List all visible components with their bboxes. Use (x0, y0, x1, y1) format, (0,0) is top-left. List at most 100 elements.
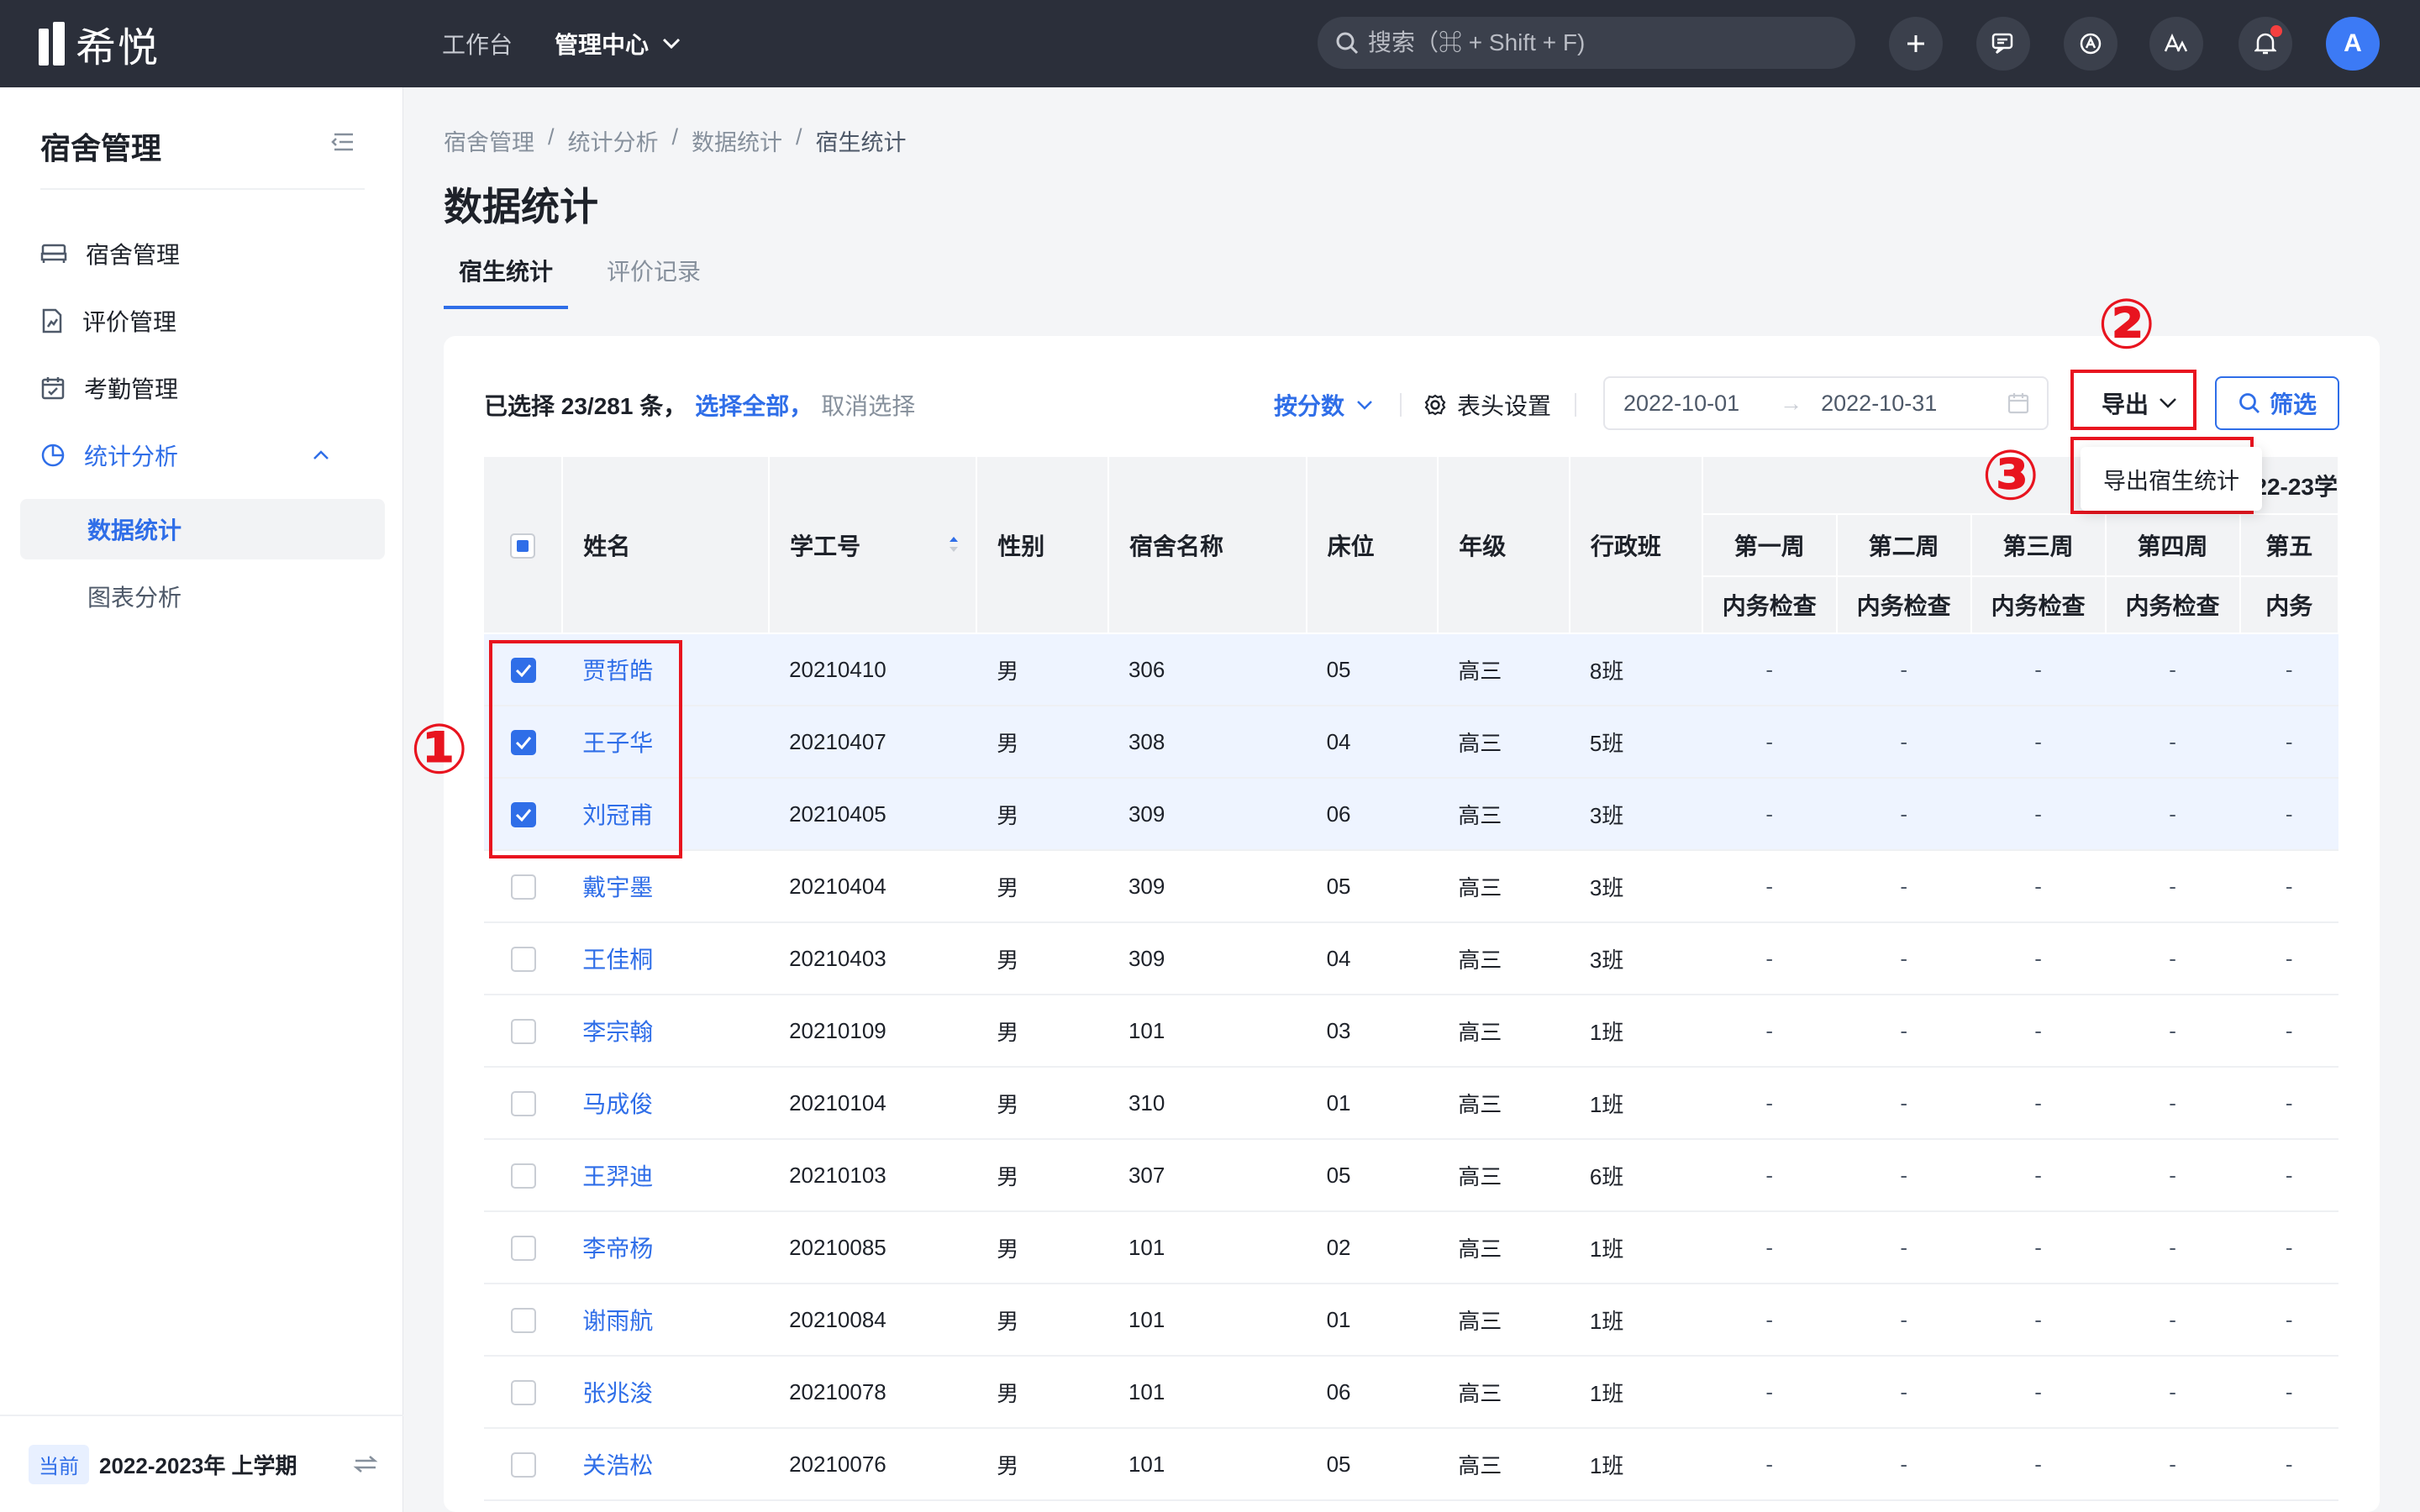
row-select-cell[interactable] (484, 850, 563, 923)
student-name-link[interactable]: 张兆浚 (562, 1356, 770, 1429)
cancel-selection-link[interactable]: 取消选择 (821, 388, 915, 422)
sidebar-subitem-chart-analysis[interactable]: 图表分析 (20, 566, 385, 627)
col-header-class: 行政班 (1569, 457, 1703, 634)
add-button[interactable] (1889, 17, 1943, 71)
avatar[interactable]: A (2326, 17, 2380, 71)
cell-week-score: - (1836, 706, 1971, 779)
row-select-cell[interactable] (484, 1211, 563, 1284)
checkbox-partial[interactable] (510, 533, 536, 559)
header-settings-button[interactable]: 表头设置 (1423, 388, 1551, 422)
row-select-cell[interactable] (484, 1356, 563, 1429)
chevron-up-icon (313, 450, 329, 459)
nav-workbench[interactable]: 工作台 (442, 27, 513, 60)
table-row[interactable]: 戴宇墨 20210404 男 309 05 高三 3班 - - - - - (484, 850, 2338, 923)
table-row[interactable]: 谢雨航 20210084 男 101 01 高三 1班 - - - - - (484, 1284, 2338, 1357)
by-score-dropdown[interactable]: 按分数 (1274, 388, 1373, 422)
nav-management-center[interactable]: 管理中心 (555, 27, 681, 60)
cell-dorm: 307 (1107, 1139, 1307, 1212)
sidebar-subitem-data-statistics[interactable]: 数据统计 (20, 499, 385, 559)
sort-icon[interactable] (947, 533, 960, 555)
notifications-button[interactable] (2238, 17, 2292, 71)
row-checkbox[interactable] (510, 1452, 536, 1478)
row-checkbox[interactable] (510, 947, 536, 973)
breadcrumb-item[interactable]: 宿舍管理 (444, 124, 534, 157)
date-end[interactable]: 2022-10-31 (1821, 391, 1937, 417)
col-header-name: 姓名 (562, 457, 771, 634)
table-row[interactable]: 张兆浚 20210078 男 101 06 高三 1班 - - - - - (484, 1356, 2338, 1429)
row-checkbox[interactable] (510, 1380, 536, 1406)
cell-bed: 05 (1306, 1139, 1439, 1212)
breadcrumb-item[interactable]: 统计分析 (568, 124, 659, 157)
search-icon (2239, 393, 2260, 413)
message-button[interactable] (1976, 17, 2030, 71)
row-select-cell[interactable] (484, 1139, 563, 1212)
filter-button[interactable]: 筛选 (2215, 376, 2339, 430)
table-row[interactable]: 王佳桐 20210403 男 309 04 高三 3班 - - - - - (484, 922, 2338, 995)
row-checkbox[interactable] (510, 1236, 536, 1262)
cell-week-score: - (1836, 995, 1971, 1068)
student-name-link[interactable]: 戴宇墨 (562, 850, 770, 923)
row-select-cell[interactable] (484, 1428, 563, 1501)
date-range-picker[interactable]: 2022-10-01 → 2022-10-31 (1603, 376, 2049, 430)
table-row[interactable]: 李宗翰 20210109 男 101 03 高三 1班 - - - - - (484, 995, 2338, 1068)
export-menu-item-student-stats[interactable]: 导出宿生统计 (2081, 447, 2262, 511)
select-all-link[interactable]: 选择全部， (695, 388, 813, 422)
cell-student-id: 20210103 (769, 1139, 977, 1212)
student-name-link[interactable]: 关浩松 (562, 1428, 770, 1501)
sidebar-item-attendance[interactable]: 考勤管理 (40, 363, 368, 413)
sidebar-item-evaluation[interactable]: 评价管理 (40, 296, 368, 346)
table-row[interactable]: 关浩松 20210076 男 101 05 高三 1班 - - - - - (484, 1428, 2338, 1501)
app-button[interactable] (2064, 17, 2118, 71)
notification-dot (2270, 25, 2282, 37)
row-select-cell[interactable] (484, 1284, 563, 1357)
cell-week-score: - (1836, 1139, 1971, 1212)
sidebar-item-dorm-management[interactable]: 宿舍管理 (40, 228, 368, 279)
row-checkbox[interactable] (510, 1091, 536, 1117)
tab-evaluation-records[interactable]: 评价记录 (592, 252, 716, 309)
cell-class: 3班 (1569, 850, 1702, 923)
row-checkbox[interactable] (510, 1019, 536, 1045)
col-header-student-id[interactable]: 学工号 (769, 457, 978, 634)
breadcrumb-item[interactable]: 数据统计 (692, 124, 782, 157)
annotation-callout-1: ① (410, 710, 469, 790)
date-start[interactable]: 2022-10-01 (1623, 391, 1739, 417)
student-name-link[interactable]: 谢雨航 (562, 1284, 770, 1357)
student-name-link[interactable]: 马成俊 (562, 1067, 770, 1140)
annotation-box-export (2070, 370, 2196, 430)
row-select-cell[interactable] (484, 995, 563, 1068)
student-name-link[interactable]: 李宗翰 (562, 995, 770, 1068)
header-select-all[interactable] (484, 457, 564, 634)
cell-week-score: - (1970, 1428, 2106, 1501)
table-row[interactable]: 马成俊 20210104 男 310 01 高三 1班 - - - - - (484, 1067, 2338, 1140)
cell-week-score: - (2239, 922, 2338, 995)
table-row[interactable]: 王子华 20210407 男 308 04 高三 5班 - - - - - (484, 706, 2338, 779)
table-row[interactable]: 王羿迪 20210103 男 307 05 高三 6班 - - - - - (484, 1139, 2338, 1212)
collapse-sidebar-icon[interactable] (331, 131, 355, 153)
row-checkbox[interactable] (510, 1308, 536, 1334)
student-name-link[interactable]: 王佳桐 (562, 922, 770, 995)
term-switcher[interactable]: 当前 2022-2023年 上学期 (0, 1415, 403, 1512)
table-row[interactable]: 刘冠甫 20210405 男 309 06 高三 3班 - - - - - (484, 778, 2338, 851)
table-row[interactable]: 贾哲皓 20210410 男 306 05 高三 8班 - - - - - (484, 633, 2338, 706)
row-select-cell[interactable] (484, 922, 563, 995)
cell-dorm: 310 (1107, 1067, 1307, 1140)
tab-student-stats[interactable]: 宿生统计 (444, 252, 569, 309)
app-icon (2080, 33, 2102, 55)
sidebar-item-statistics[interactable]: 统计分析 (40, 430, 368, 480)
student-name-link[interactable]: 王羿迪 (562, 1139, 770, 1212)
top-bar: 希悦 工作台 管理中心 A (0, 0, 2420, 87)
cell-week-score: - (1970, 922, 2106, 995)
cell-dorm: 309 (1107, 922, 1307, 995)
search-input[interactable] (1368, 29, 1839, 56)
row-checkbox[interactable] (510, 874, 536, 900)
student-name-link[interactable]: 李帝杨 (562, 1211, 770, 1284)
logo[interactable]: 希悦 (39, 20, 160, 71)
row-checkbox[interactable] (510, 1163, 536, 1189)
cell-week-score: - (2105, 922, 2240, 995)
global-search[interactable] (1318, 17, 1855, 69)
table-row[interactable]: 李帝杨 20210085 男 101 02 高三 1班 - - - - - (484, 1211, 2338, 1284)
cell-gender: 男 (976, 1211, 1108, 1284)
font-button[interactable] (2149, 17, 2203, 71)
row-select-cell[interactable] (484, 1067, 563, 1140)
swap-icon[interactable] (353, 1454, 378, 1474)
